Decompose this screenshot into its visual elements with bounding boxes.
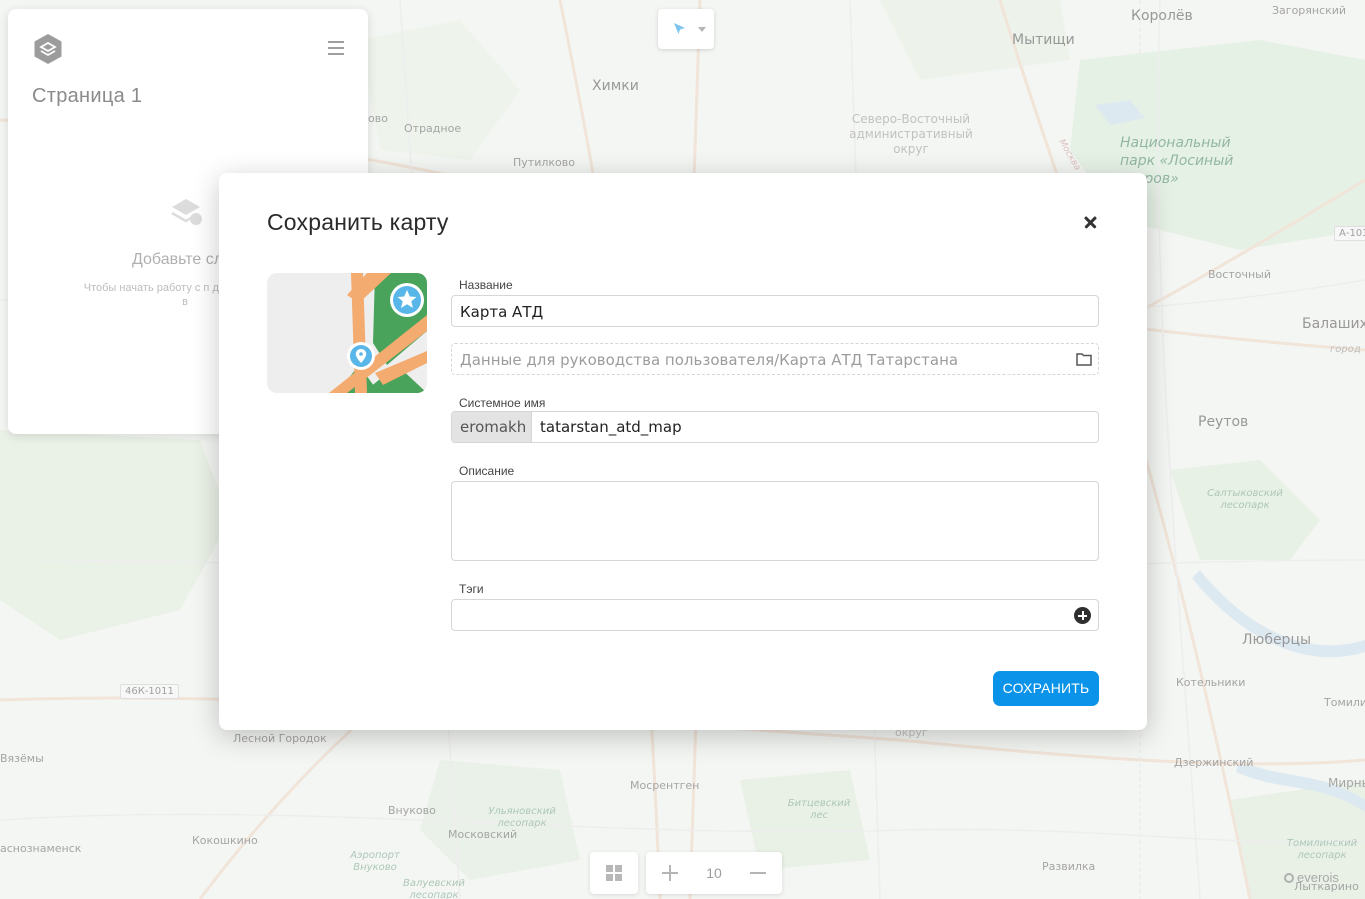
tags-input[interactable] xyxy=(451,599,1099,631)
system-name-value: tatarstan_atd_map xyxy=(540,418,682,436)
brand-watermark: everois xyxy=(1284,870,1339,885)
basemap-grid-button[interactable] xyxy=(590,852,638,894)
app-logo-icon xyxy=(34,34,62,64)
brand-logo-icon xyxy=(1284,873,1294,883)
dialog-title: Сохранить карту xyxy=(267,209,449,235)
page-title: Страница 1 xyxy=(32,85,143,107)
system-name-prefix: eromakh xyxy=(452,412,532,442)
name-label: Название xyxy=(459,278,513,292)
save-map-dialog: Сохранить карту Название Карта АТД Данны… xyxy=(219,173,1147,730)
folder-path-value: Данные для руководства пользователя/Карт… xyxy=(460,351,959,369)
cursor-arrow-icon xyxy=(674,23,685,34)
save-button[interactable]: СОХРАНИТЬ xyxy=(993,671,1099,706)
name-input-value: Карта АТД xyxy=(460,303,544,321)
zoom-level: 10 xyxy=(706,865,722,881)
brand-name: everois xyxy=(1297,870,1339,885)
description-label: Описание xyxy=(459,464,515,478)
map-thumbnail[interactable] xyxy=(267,273,427,393)
grid-icon xyxy=(606,865,622,881)
system-name-label: Системное имя xyxy=(459,396,546,410)
zoom-in-button[interactable] xyxy=(658,861,682,885)
add-tag-icon[interactable] xyxy=(1074,607,1091,624)
name-input[interactable]: Карта АТД xyxy=(451,295,1099,327)
tags-label: Тэги xyxy=(459,582,484,596)
hamburger-menu-icon[interactable] xyxy=(328,41,344,55)
chevron-down-icon[interactable] xyxy=(698,27,706,32)
folder-path-input[interactable]: Данные для руководства пользователя/Карт… xyxy=(451,343,1099,375)
system-name-input[interactable]: eromakh tatarstan_atd_map xyxy=(451,411,1099,443)
empty-state-title: Добавьте сл xyxy=(132,251,224,268)
zoom-control: 10 xyxy=(646,852,782,894)
zoom-out-button[interactable] xyxy=(746,861,770,885)
selection-tool-button[interactable] xyxy=(658,9,714,49)
close-icon[interactable] xyxy=(1081,213,1101,233)
description-textarea[interactable] xyxy=(451,481,1099,561)
folder-icon[interactable] xyxy=(1076,352,1092,366)
add-layer-icon xyxy=(171,199,202,225)
